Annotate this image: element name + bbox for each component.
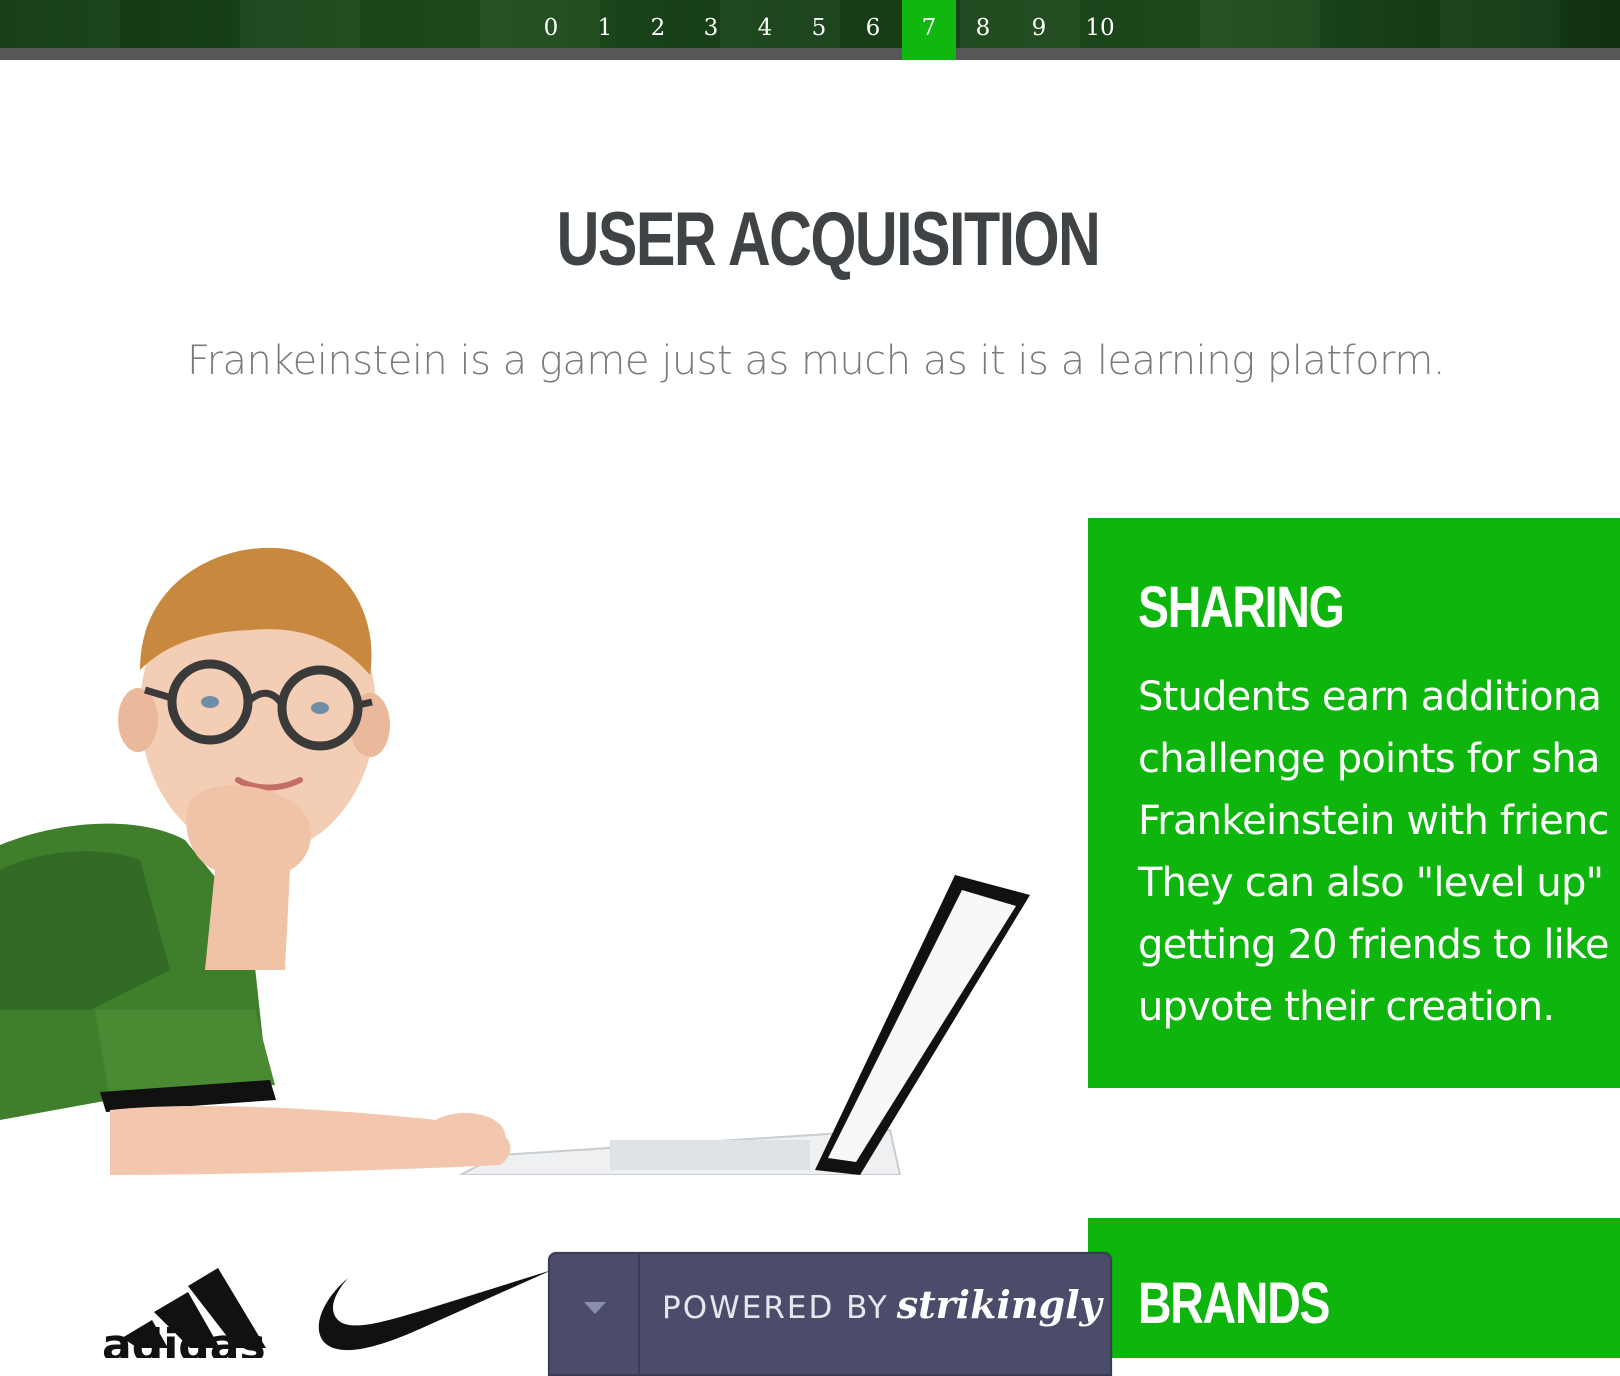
nav-item-1[interactable]: 1 bbox=[578, 0, 632, 60]
badge-collapse-button[interactable] bbox=[550, 1254, 640, 1374]
adidas-wordmark: adidas bbox=[102, 1320, 266, 1358]
nav-item-7[interactable]: 7 bbox=[902, 0, 956, 60]
nav-item-8[interactable]: 8 bbox=[956, 0, 1010, 60]
chevron-down-icon bbox=[584, 1302, 606, 1314]
nav-item-0[interactable]: 0 bbox=[524, 0, 578, 60]
nav-item-3[interactable]: 3 bbox=[684, 0, 738, 60]
nav-item-4[interactable]: 4 bbox=[738, 0, 792, 60]
section-subtitle: Frankeinstein is a game just as much as … bbox=[186, 338, 1446, 384]
nav-item-5[interactable]: 5 bbox=[792, 0, 846, 60]
card-body-line: Students earn additiona bbox=[1138, 674, 1602, 720]
card-body-line: upvote their creation. bbox=[1138, 984, 1555, 1030]
boy-with-laptop-image bbox=[0, 547, 1030, 1175]
nav-item-9[interactable]: 9 bbox=[1012, 0, 1066, 60]
card-title: SHARING bbox=[1138, 575, 1345, 640]
nav-item-2[interactable]: 2 bbox=[631, 0, 685, 60]
card-title: BRANDS bbox=[1138, 1271, 1331, 1336]
nav-item-6[interactable]: 6 bbox=[846, 0, 900, 60]
powered-by-badge[interactable]: POWERED BY strikingly bbox=[548, 1252, 1112, 1376]
card-body-line: Frankeinstein with frienc bbox=[1138, 798, 1610, 844]
brands-card: BRANDS bbox=[1088, 1218, 1620, 1358]
powered-by-text[interactable]: POWERED BY strikingly bbox=[662, 1282, 1102, 1327]
card-body-line: getting 20 friends to like bbox=[1138, 922, 1610, 968]
sharing-card: SHARING Students earn additiona challeng… bbox=[1088, 518, 1620, 1088]
strikingly-brand: strikingly bbox=[896, 1282, 1102, 1327]
adidas-logo: adidas bbox=[102, 1268, 266, 1358]
section-title: USER ACQUISITION bbox=[556, 197, 1101, 282]
powered-by-label: POWERED BY bbox=[662, 1290, 889, 1326]
swoosh-logo-icon bbox=[318, 1270, 552, 1351]
nav-item-10[interactable]: 10 bbox=[1073, 0, 1127, 60]
card-body: Students earn additiona challenge points… bbox=[1138, 666, 1620, 1038]
card-body-line: They can also "level up" bbox=[1138, 860, 1604, 906]
card-body-line: challenge points for sha bbox=[1138, 736, 1600, 782]
